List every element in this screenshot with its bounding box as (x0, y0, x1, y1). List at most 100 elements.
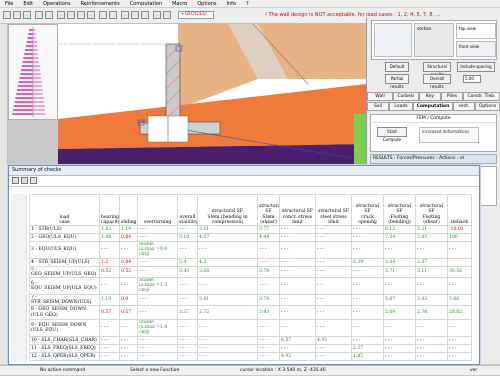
open-file-icon[interactable] (13, 11, 21, 19)
table-row[interactable]: 2 - GEO(ULS_EQU) 1.04 0.84- - -3.18 4.07 4.4… (29, 233, 472, 242)
section-label: section (417, 26, 432, 31)
partial-results-button[interactable]: Partial results (385, 74, 409, 89)
menu-item-computation[interactable]: Computation (125, 0, 167, 8)
check-value-cell: 28.82 (447, 305, 472, 321)
display-icon[interactable] (153, 11, 161, 19)
export-icon[interactable] (30, 177, 37, 184)
pressure-bar-right (33, 37, 37, 39)
table-row[interactable]: 5 - GEO_SEISM_UP(ULS_GEO) 0.53 0.52- - -3.… (29, 265, 472, 279)
redo-icon[interactable] (45, 11, 53, 19)
menu-item-info[interactable]: Info (222, 0, 241, 8)
check-value-cell: 0.84 (119, 233, 138, 242)
check-value-cell: - - - (137, 343, 178, 353)
check-value-cell: 4.2 (197, 257, 258, 267)
grid-icon[interactable] (131, 11, 139, 19)
check-value-cell: - - - (257, 343, 280, 353)
pressure-bar-left (25, 49, 33, 51)
section-view-thumb[interactable] (374, 23, 412, 57)
default-button[interactable]: Default (385, 62, 409, 72)
menu-item-reinforcements[interactable]: Reinforcements (76, 0, 125, 8)
column-header[interactable]: load case (29, 194, 100, 226)
column-header[interactable]: structural SF steel stress limit (315, 194, 352, 226)
save-icon[interactable] (23, 11, 31, 19)
checks-table: load case bearing capacity sliding overturn… (29, 194, 472, 361)
check-value-cell: - - - (137, 257, 178, 267)
column-header[interactable]: sliding (119, 194, 138, 226)
check-value-cell: - - - (279, 257, 316, 267)
tab-wall[interactable]: Wall (367, 92, 393, 101)
column-header[interactable]: structural SF Footing (bending) (383, 194, 416, 226)
table-row[interactable]: 7 - STR_SEISM_DOWN(ULS) 1.19 0.9- - -- - -… (29, 293, 472, 307)
pressure-bar-right (33, 77, 42, 79)
export-icon[interactable] (109, 11, 117, 19)
column-header[interactable]: tieback (447, 194, 472, 226)
column-header[interactable]: structural SF Stem (shear) (257, 194, 280, 226)
deformation-options: increased deformations (419, 127, 479, 143)
pressure-bar-left (28, 33, 33, 35)
top-view-thumb[interactable]: top view (456, 23, 496, 39)
results-header[interactable]: RESULTS : Forces/Pressures - Actions - e… (370, 154, 497, 164)
table-row[interactable]: 10 - SLS_CHAR(SLS_CHAR) - - -- - -- - -- … (29, 335, 472, 345)
tab-computation[interactable]: Computation (413, 102, 453, 111)
tab-loads[interactable]: Loads (389, 102, 413, 111)
layers-icon[interactable] (121, 11, 129, 19)
table-row[interactable]: 12 - SLS_QPER(SLS_QPER) - - -- - -- - -- … (29, 351, 472, 361)
menu-item-options[interactable]: Options (192, 0, 221, 8)
table-row[interactable]: 9 - EQU_SEISM_DOWN (ULS_EQU) - - -- - - St… (29, 319, 472, 337)
front-view-thumb[interactable]: front view (456, 41, 496, 57)
tab-key[interactable]: Key (419, 92, 441, 101)
zoom-out-icon[interactable] (67, 11, 75, 19)
column-header[interactable]: bearing capacity (99, 194, 120, 226)
measure-icon[interactable] (141, 11, 149, 19)
menu-item-file[interactable]: File (0, 0, 18, 8)
new-file-icon[interactable] (3, 11, 11, 19)
menu-item--[interactable]: ? (241, 0, 254, 8)
check-value-cell: - - - (315, 305, 352, 321)
wall-drawing-canvas[interactable] (58, 24, 366, 169)
menu-item-operations[interactable]: Operations (38, 0, 76, 8)
print-icon[interactable] (21, 177, 28, 184)
check-value-cell: - - - (383, 319, 416, 337)
pressure-bar-left (19, 77, 33, 79)
check-value-cell: - - - (279, 241, 316, 259)
pressure-bar-left (13, 105, 33, 107)
tab-piles[interactable]: Piles (441, 92, 463, 101)
check-value-cell: - - - (447, 277, 472, 295)
structural-results-button[interactable]: Structural results (423, 62, 451, 77)
table-row[interactable]: 6 - EQU_SEISM_UP(ULS_EQU) - - -- - - Stabl… (29, 277, 472, 295)
color-icon[interactable] (163, 11, 171, 19)
print-icon[interactable] (99, 11, 107, 19)
overall-results-button[interactable]: Overall results (423, 74, 451, 89)
tab-options[interactable]: Options (475, 102, 500, 111)
column-header[interactable]: overall stability (177, 194, 198, 226)
start-compute-button[interactable]: Start Compute (377, 127, 407, 142)
table-row[interactable]: 4 - STR_SEISM_UP(ULS) 1.2 0.84- - -3.4 4.2-… (29, 257, 472, 267)
menu-item-macro[interactable]: Macro (167, 0, 192, 8)
column-header[interactable]: structural SF Stem (bending in compressi… (197, 194, 258, 226)
menu-item-edit[interactable]: Edit (18, 0, 38, 8)
fit-view-icon[interactable] (87, 11, 95, 19)
tab-soil[interactable]: Soil (367, 102, 389, 111)
check-value-cell: 3.51 (197, 225, 258, 234)
tab-sect[interactable]: sect. (453, 102, 475, 111)
tab-constr-tieb[interactable]: Constr. Tieb. (463, 92, 500, 101)
undo-icon[interactable] (35, 11, 43, 19)
column-header[interactable]: structural SF Footing (shear) (415, 194, 448, 226)
check-value-cell: - - - (197, 277, 258, 295)
column-header[interactable]: structural SF crack opening (351, 194, 384, 226)
loadcase-selector[interactable]: +GEO(ULS) (178, 11, 214, 19)
check-value-cell: 4.07 (197, 233, 258, 242)
table-row[interactable]: 3 - EQU(ULS_EQU) - - -- - - Stable (x.max … (29, 241, 472, 259)
include-spacing-button[interactable]: Include spacing (457, 62, 495, 72)
table-row[interactable]: 8 - GEO_SEISM_DOWN (ULS_GEO) 0.57 0.57- - … (29, 305, 472, 321)
tab-corbels[interactable]: Corbels (393, 92, 419, 101)
table-row[interactable]: 11 - SLS_FREQ(SLS_FREQ) - - -- - -- - -- … (29, 343, 472, 353)
copy-icon[interactable] (12, 177, 19, 184)
pan-icon[interactable] (77, 11, 85, 19)
table-row[interactable]: 1 - STR(ULS) 1.82 1.19- - -- - -3.51 3.77- … (29, 225, 472, 234)
column-header[interactable]: overturning (137, 194, 178, 226)
section-view-image[interactable]: section (414, 23, 454, 57)
column-header[interactable]: structural SF concr. stress limit (279, 194, 316, 226)
include-spacing-input[interactable]: 5.00 (463, 75, 481, 83)
zoom-in-icon[interactable] (57, 11, 65, 19)
